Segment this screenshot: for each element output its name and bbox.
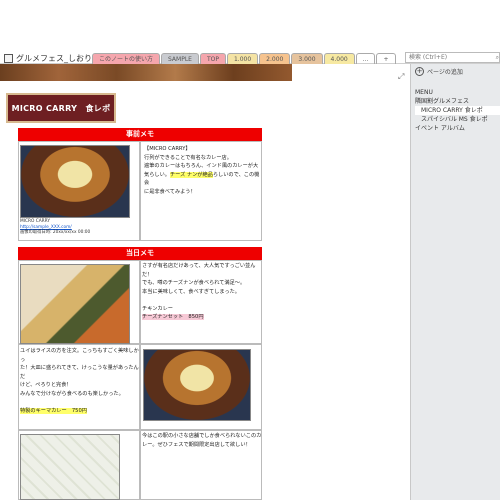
day-memo-text-3: 今はこの駅の小さな店舗でしか食べられないこのカ レー。ぜひフェスで期間限定出店し…: [142, 433, 262, 448]
page-title-badge: MICRO CARRY 食レポ: [6, 93, 116, 123]
wood-banner: [0, 64, 292, 81]
notebook-selector[interactable]: グルメフェス_しおり ▾: [4, 52, 99, 64]
search-input[interactable]: 検索 (Ctrl+E) ⌕: [405, 52, 500, 63]
plus-icon: +: [415, 67, 424, 76]
tab-usage[interactable]: このノートの使い方: [92, 53, 161, 64]
curry-rice-photo: [20, 145, 130, 218]
tab-3000[interactable]: 3.000: [291, 53, 323, 64]
add-page-button[interactable]: + ページの追加: [415, 67, 463, 76]
page-item-album[interactable]: イベント アルバム: [415, 124, 500, 133]
pre-memo-header: 事前メモ: [18, 128, 262, 141]
tab-1000[interactable]: 1.000: [226, 53, 259, 64]
search-icon: ⌕: [495, 54, 499, 61]
day-memo-highlight-1: チーズナンセット 850円: [142, 314, 204, 320]
day-memo-highlight-2: 特製のキーマカレー 750円: [20, 407, 87, 414]
map-image: [20, 434, 120, 500]
tab-more[interactable]: ...: [355, 53, 376, 64]
image-caption: MICRO CARRY http://sample_XXX.com/ 画像の取得…: [20, 219, 138, 236]
section-tabs: このノートの使い方 SAMPLE TOP 1.000 2.000 3.000 4…: [92, 53, 396, 64]
tab-top[interactable]: TOP: [199, 53, 226, 64]
pre-memo-text: 【MICRO CARRY】 行列ができることで有名なカレー店。 遍筆のカレーはも…: [144, 145, 262, 196]
page-list: MENU 隣国割グルメフェス MICRO CARRY 食レポ スパイシバル MS…: [415, 88, 500, 133]
page-content: ⤢ MICRO CARRY 食レポ 事前メモ MICRO CARRY http:…: [0, 64, 410, 500]
page-item-spicy-bar[interactable]: スパイシバル MS 食レポ: [415, 115, 500, 124]
notebook-icon: [4, 53, 13, 63]
caption-time: 画像の取得日時: 20xx/xx/xx 00:00: [20, 230, 91, 235]
keema-curry-photo: [143, 349, 251, 421]
tab-sample[interactable]: SAMPLE: [161, 53, 199, 64]
expand-icon[interactable]: ⤢: [398, 72, 404, 82]
page-item-fes[interactable]: 隣国割グルメフェス: [415, 97, 500, 106]
day-memo-text-1: さすが有名店だけあって、大人気ですっごい並んだ！ でも、噂のチーズナンが食べられ…: [142, 262, 262, 322]
day-memo-header: 当日メモ: [18, 247, 262, 260]
naan-curry-photo: [20, 264, 130, 344]
day-memo-text-1-body: さすが有名店だけあって、大人気ですっごい並んだ！ でも、噂のチーズナンが食べられ…: [142, 263, 256, 312]
day-memo-text-2: ユイはライスの方を注文。こっちもすごく美味しかっ た！大皿に盛られてきて、けっこ…: [20, 347, 140, 415]
page-item-micro-carry[interactable]: MICRO CARRY 食レポ: [415, 106, 500, 115]
pages-panel: + ページの追加 MENU 隣国割グルメフェス MICRO CARRY 食レポ …: [410, 64, 500, 500]
add-page-label: ページの追加: [427, 69, 463, 76]
tab-add[interactable]: +: [376, 53, 396, 64]
tab-2000[interactable]: 2.000: [259, 53, 291, 64]
search-placeholder: 検索 (Ctrl+E): [409, 54, 448, 61]
notebook-name: グルメフェス_しおり: [16, 53, 92, 63]
pre-memo-highlight: チーズ ナンが絶品: [169, 171, 213, 178]
tab-4000[interactable]: 4.000: [323, 53, 355, 64]
day-memo-text-2-body: ユイはライスの方を注文。こっちもすごく美味しかっ た！大皿に盛られてきて、けっこ…: [20, 348, 139, 397]
top-bar: グルメフェス_しおり ▾ このノートの使い方 SAMPLE TOP 1.000 …: [0, 0, 500, 64]
page-item-menu[interactable]: MENU: [415, 88, 500, 97]
